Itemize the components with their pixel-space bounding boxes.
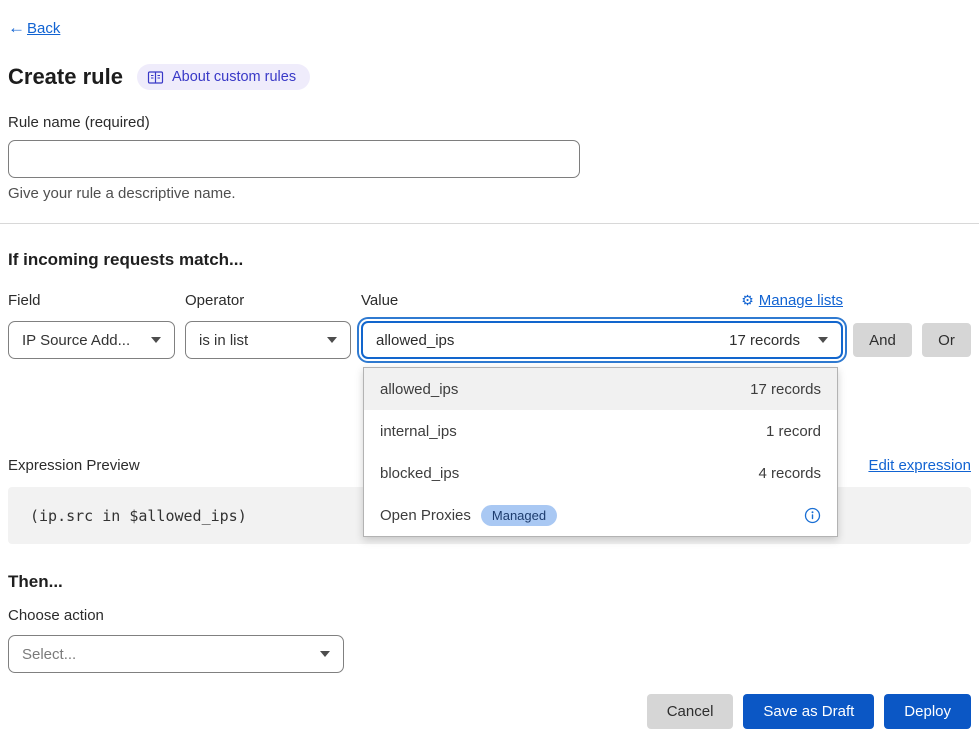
list-option-detail: 4 records [758,465,821,482]
chevron-down-icon [151,337,161,343]
field-select-value: IP Source Add... [22,332,130,349]
list-option-allowed-ips[interactable]: allowed_ips 17 records [364,368,837,410]
deploy-button[interactable]: Deploy [884,694,971,729]
back-link-label: Back [27,20,60,37]
title-row: Create rule About custom rules [8,64,971,90]
and-button[interactable]: And [853,323,912,357]
save-as-draft-button[interactable]: Save as Draft [743,694,874,729]
rule-name-helper: Give your rule a descriptive name. [8,185,971,202]
chevron-down-icon [327,337,337,343]
list-option-detail: 17 records [750,381,821,398]
list-option-internal-ips[interactable]: internal_ips 1 record [364,410,837,452]
about-badge-label: About custom rules [172,69,296,85]
expression-preview-label: Expression Preview [8,457,140,474]
create-rule-page: ← Back Create rule About custom rules Ru… [0,0,979,729]
managed-badge: Managed [481,505,557,526]
value-records-count: 17 records [729,332,800,349]
page-title: Create rule [8,64,123,90]
info-icon[interactable] [804,507,821,524]
chevron-down-icon [818,337,828,343]
action-select-placeholder: Select... [22,646,76,663]
match-section-heading: If incoming requests match... [8,250,971,270]
operator-label: Operator [185,292,244,309]
field-label: Field [8,292,41,309]
value-combobox[interactable]: allowed_ips 17 records [361,321,843,359]
book-icon [147,70,164,85]
back-link[interactable]: ← Back [8,18,971,38]
manage-lists-label: Manage lists [759,292,843,309]
about-custom-rules-link[interactable]: About custom rules [137,64,310,90]
list-option-open-proxies[interactable]: Open Proxies Managed [364,494,837,536]
expression-code: (ip.src in $allowed_ips) [30,507,247,525]
cancel-button[interactable]: Cancel [647,694,734,729]
field-select[interactable]: IP Source Add... [8,321,175,359]
choose-action-label: Choose action [8,607,971,624]
manage-lists-link[interactable]: ⚙ Manage lists [741,292,843,309]
operator-select-value: is in list [199,332,248,349]
action-select[interactable]: Select... [8,635,344,673]
edit-expression-link[interactable]: Edit expression [868,457,971,474]
gear-icon: ⚙ [741,292,754,309]
value-column: Value ⚙ Manage lists allowed_ips 17 reco… [361,292,843,359]
operator-column: Operator is in list [185,292,351,359]
back-arrow-icon: ← [8,18,25,38]
section-divider [0,223,979,224]
rule-name-input[interactable] [8,140,580,178]
list-option-name: internal_ips [380,423,457,440]
operator-select[interactable]: is in list [185,321,351,359]
match-condition-row: Field IP Source Add... Operator is in li… [8,292,971,359]
list-option-blocked-ips[interactable]: blocked_ips 4 records [364,452,837,494]
list-option-name: blocked_ips [380,465,459,482]
list-option-detail: 1 record [766,423,821,440]
list-option-name: Open Proxies [380,507,471,524]
or-button[interactable]: Or [922,323,971,357]
value-combobox-value: allowed_ips [376,332,454,349]
field-column: Field IP Source Add... [8,292,175,359]
then-section-heading: Then... [8,572,971,592]
value-label: Value [361,292,398,309]
chevron-down-icon [320,651,330,657]
list-dropdown-panel: allowed_ips 17 records internal_ips 1 re… [363,367,838,537]
footer-actions: Cancel Save as Draft Deploy [8,694,971,729]
list-option-name: allowed_ips [380,381,458,398]
rule-name-label: Rule name (required) [8,114,971,131]
